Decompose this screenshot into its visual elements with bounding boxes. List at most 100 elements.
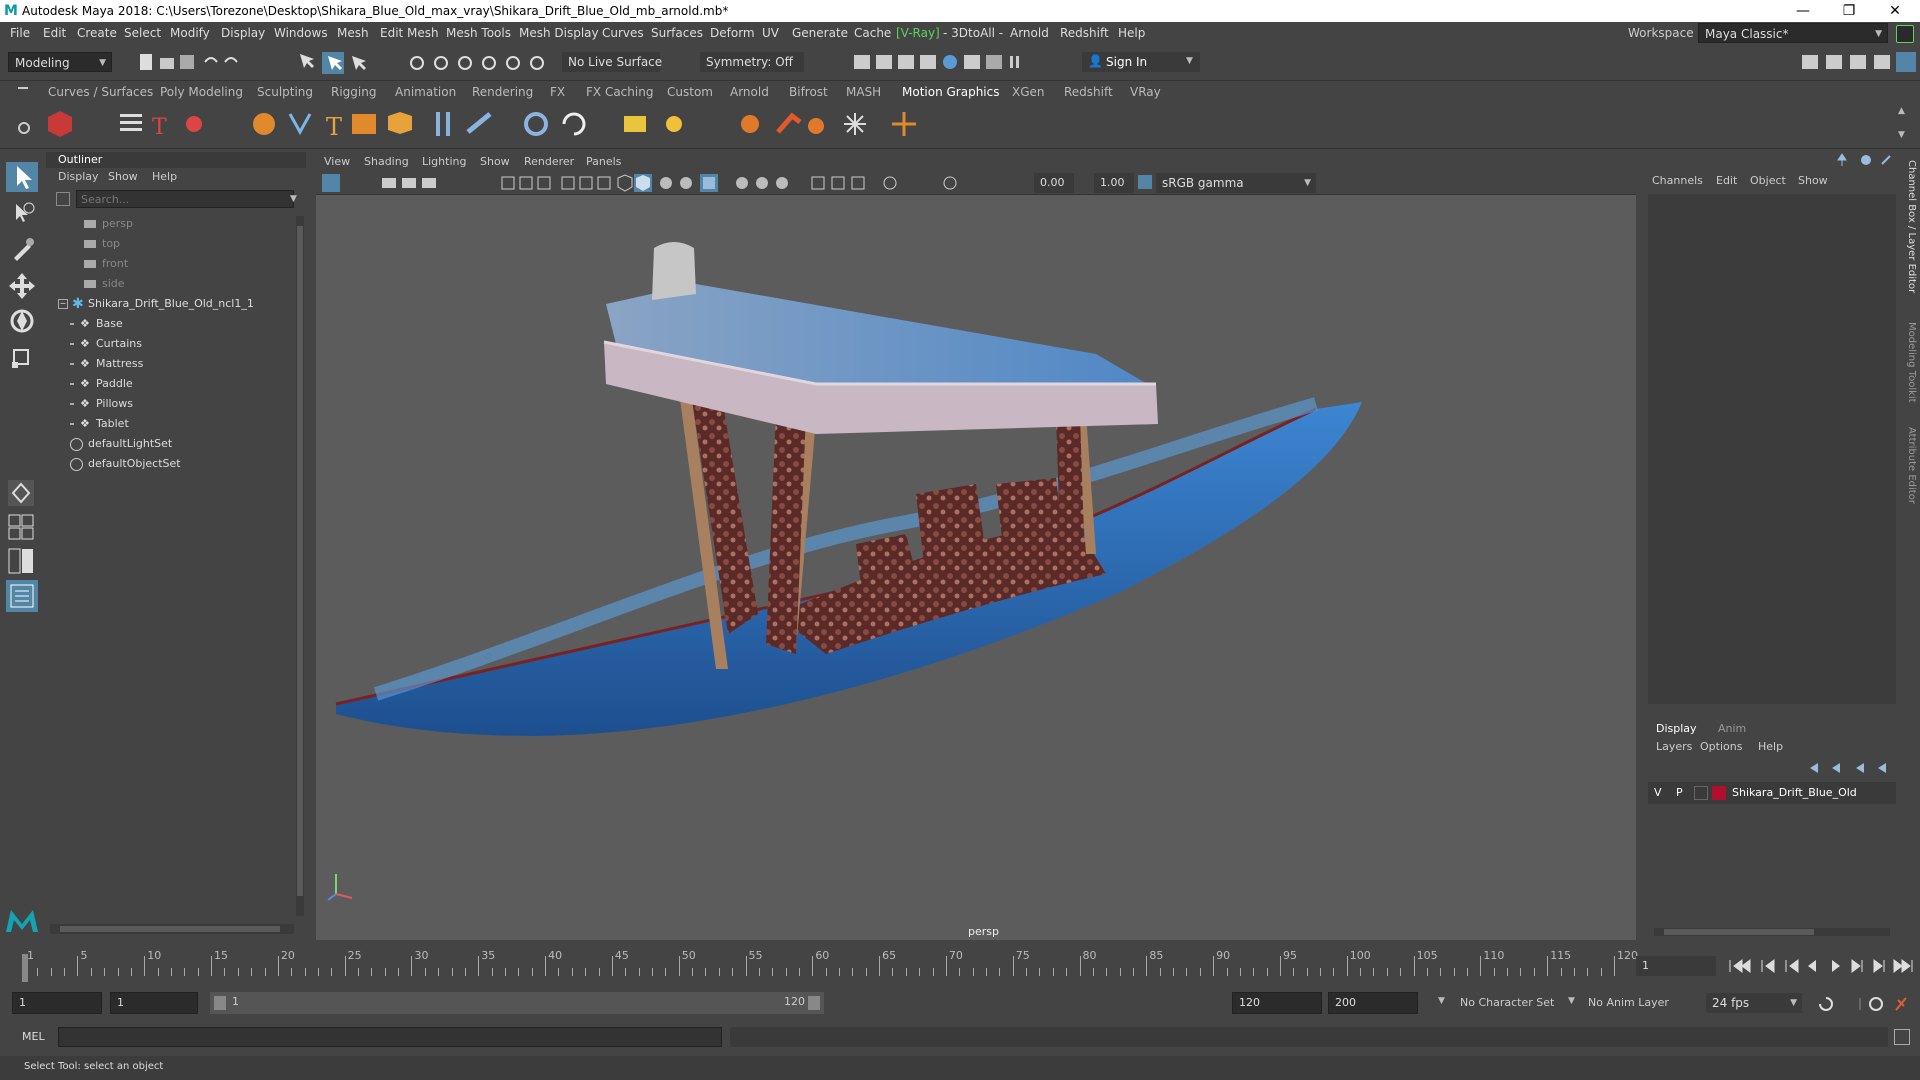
sign-in-button[interactable]: 👤 Sign In ▼: [1082, 52, 1200, 72]
shelf-tab-bifrost[interactable]: Bifrost: [789, 85, 828, 99]
menu-redshift[interactable]: Redshift: [1060, 26, 1109, 40]
outliner-item-top[interactable]: top: [46, 234, 292, 254]
color-management-icon[interactable]: [1138, 175, 1152, 189]
outliner-item-base[interactable]: ❖ Base: [46, 314, 292, 334]
outliner-menu-help[interactable]: Help: [152, 170, 177, 183]
range-start-handle[interactable]: [214, 996, 226, 1010]
outliner-tab[interactable]: Outliner: [46, 152, 306, 168]
shelf-tab-animation[interactable]: Animation: [395, 85, 456, 99]
file-tools-icons[interactable]: [130, 52, 390, 74]
layer-name[interactable]: Shikara_Drift_Blue_Old: [1732, 786, 1857, 799]
channelbox-menu-object[interactable]: Object: [1750, 174, 1786, 187]
shelf-tab-custom[interactable]: Custom: [667, 85, 713, 99]
paint-select-tool-icon[interactable]: [6, 234, 38, 264]
outliner-item-side[interactable]: side: [46, 274, 292, 294]
shelf-tab-rigging[interactable]: Rigging: [331, 85, 376, 99]
menu-edit[interactable]: Edit: [43, 26, 66, 40]
command-language-label[interactable]: MEL: [22, 1030, 45, 1043]
outliner-menu-display[interactable]: Display: [58, 170, 99, 183]
motion-graphics-shelf-icons[interactable]: T T: [44, 108, 924, 142]
outliner-item-paddle[interactable]: ❖ Paddle: [46, 374, 292, 394]
time-slider[interactable]: 1 5 10 15 20 25 30 35 40 45 50 55 60 65 70 75 80 85 90 95 10…: [0, 948, 1920, 984]
layer-tab-anim[interactable]: Anim: [1718, 722, 1746, 735]
range-slider-bar[interactable]: 1 120: [210, 992, 824, 1014]
fps-dropdown[interactable]: 24 fps ▼: [1706, 993, 1802, 1013]
outliner-item-tablet[interactable]: ❖ Tablet: [46, 414, 292, 434]
current-frame-marker[interactable]: [22, 954, 28, 982]
side-tab-attribute-editor[interactable]: Attribute Editor: [1906, 427, 1917, 504]
shelf-tab-motion-graphics[interactable]: Motion Graphics: [902, 85, 1000, 99]
anim-layer-field[interactable]: No Anim Layer: [1582, 992, 1692, 1014]
outliner-item-persp[interactable]: persp: [46, 214, 292, 234]
playback-controls[interactable]: [1724, 956, 1914, 976]
menu-mesh[interactable]: Mesh: [337, 26, 369, 40]
playback-start-field[interactable]: 1: [110, 992, 198, 1014]
minimize-button[interactable]: —: [1780, 0, 1826, 22]
chevron-down-icon[interactable]: ▼: [290, 194, 297, 204]
scrollbar-thumb[interactable]: [1664, 929, 1814, 935]
layer-color-swatch[interactable]: [1712, 786, 1726, 800]
scrollbar-thumb[interactable]: [60, 926, 280, 932]
layer-visibility-toggle[interactable]: V: [1654, 786, 1662, 799]
menu-file[interactable]: File: [10, 26, 30, 40]
select-tool-icon[interactable]: [6, 162, 38, 192]
character-set-field[interactable]: No Character Set: [1454, 992, 1566, 1014]
menu-generate[interactable]: Generate: [792, 26, 848, 40]
outliner-search-input[interactable]: [76, 190, 294, 208]
outliner-item-default-object-set[interactable]: defaultObjectSet: [46, 454, 292, 474]
animation-start-field[interactable]: 1: [12, 992, 102, 1014]
shelf-tab-xgen[interactable]: XGen: [1012, 85, 1045, 99]
lock-icon[interactable]: [1896, 25, 1914, 43]
soft-select-icon[interactable]: [6, 478, 38, 508]
panel-toggle-icons[interactable]: [1800, 52, 1916, 74]
menu-vray[interactable]: [V-Ray]: [896, 26, 940, 40]
menu-uv[interactable]: UV: [762, 26, 779, 40]
chevron-down-icon[interactable]: ▼: [1438, 996, 1445, 1006]
layer-action-icons[interactable]: [1806, 760, 1896, 776]
chevron-down-icon[interactable]: ▼: [1568, 996, 1575, 1006]
gamma-field[interactable]: 1.00: [1094, 173, 1134, 193]
menu-mesh-tools[interactable]: Mesh Tools: [446, 26, 511, 40]
layout-four-view-icon[interactable]: [6, 512, 38, 542]
shelf-menu-icon[interactable]: [18, 87, 28, 89]
shelf-tab-mash[interactable]: MASH: [846, 85, 881, 99]
outliner-item-pillows[interactable]: ❖ Pillows: [46, 394, 292, 414]
outliner-item-front[interactable]: front: [46, 254, 292, 274]
menu-edit-mesh[interactable]: Edit Mesh: [380, 26, 439, 40]
scale-tool-icon[interactable]: [6, 342, 38, 372]
outliner-item-mattress[interactable]: ❖ Mattress: [46, 354, 292, 374]
outliner-horizontal-scrollbar[interactable]: [50, 924, 294, 934]
side-tab-modeling-toolkit[interactable]: Modeling Toolkit: [1906, 322, 1917, 403]
side-tab-channel-box[interactable]: Channel Box / Layer Editor: [1906, 160, 1917, 293]
layer-menu-options[interactable]: Options: [1700, 740, 1742, 753]
layer-tab-display[interactable]: Display: [1656, 722, 1697, 735]
menu-surfaces[interactable]: Surfaces: [651, 26, 703, 40]
playback-option-icons[interactable]: [1814, 994, 1914, 1014]
channelbox-menu-show[interactable]: Show: [1798, 174, 1828, 187]
layout-two-view-icon[interactable]: [6, 546, 38, 576]
layer-menu-help[interactable]: Help: [1758, 740, 1783, 753]
render-icons[interactable]: [850, 52, 1050, 74]
menu-deform[interactable]: Deform: [710, 26, 755, 40]
outliner-layout-icon[interactable]: [6, 580, 38, 612]
shelf-options-icon[interactable]: [18, 122, 30, 134]
outliner-vertical-scrollbar[interactable]: [296, 216, 304, 916]
shelf-tab-arnold[interactable]: Arnold: [730, 85, 769, 99]
shelf-tab-poly-modeling[interactable]: Poly Modeling: [160, 85, 243, 99]
range-end-handle[interactable]: [808, 996, 820, 1010]
viewport-menu-lighting[interactable]: Lighting: [422, 155, 466, 168]
menu-arnold[interactable]: Arnold: [1010, 26, 1049, 40]
viewport-menu-view[interactable]: View: [324, 155, 350, 168]
symmetry-field[interactable]: Symmetry: Off: [700, 52, 804, 72]
layer-row[interactable]: V P Shikara_Drift_Blue_Old: [1648, 782, 1896, 804]
outliner-item-curtains[interactable]: ❖ Curtains: [46, 334, 292, 354]
outliner-menu-show[interactable]: Show: [108, 170, 138, 183]
shelf-tab-rendering[interactable]: Rendering: [472, 85, 533, 99]
viewport-menu-renderer[interactable]: Renderer: [524, 155, 574, 168]
outliner-filter-icon[interactable]: [56, 192, 70, 206]
shelf-tab-vray[interactable]: VRay: [1130, 85, 1161, 99]
channelbox-menu-edit[interactable]: Edit: [1716, 174, 1737, 187]
viewport-canvas[interactable]: [316, 194, 1636, 940]
time-slider-track[interactable]: 1 5 10 15 20 25 30 35 40 45 50 55 60 65 70 75 80 85 90 95 10…: [22, 948, 1638, 984]
layer-playback-toggle[interactable]: P: [1676, 786, 1683, 799]
